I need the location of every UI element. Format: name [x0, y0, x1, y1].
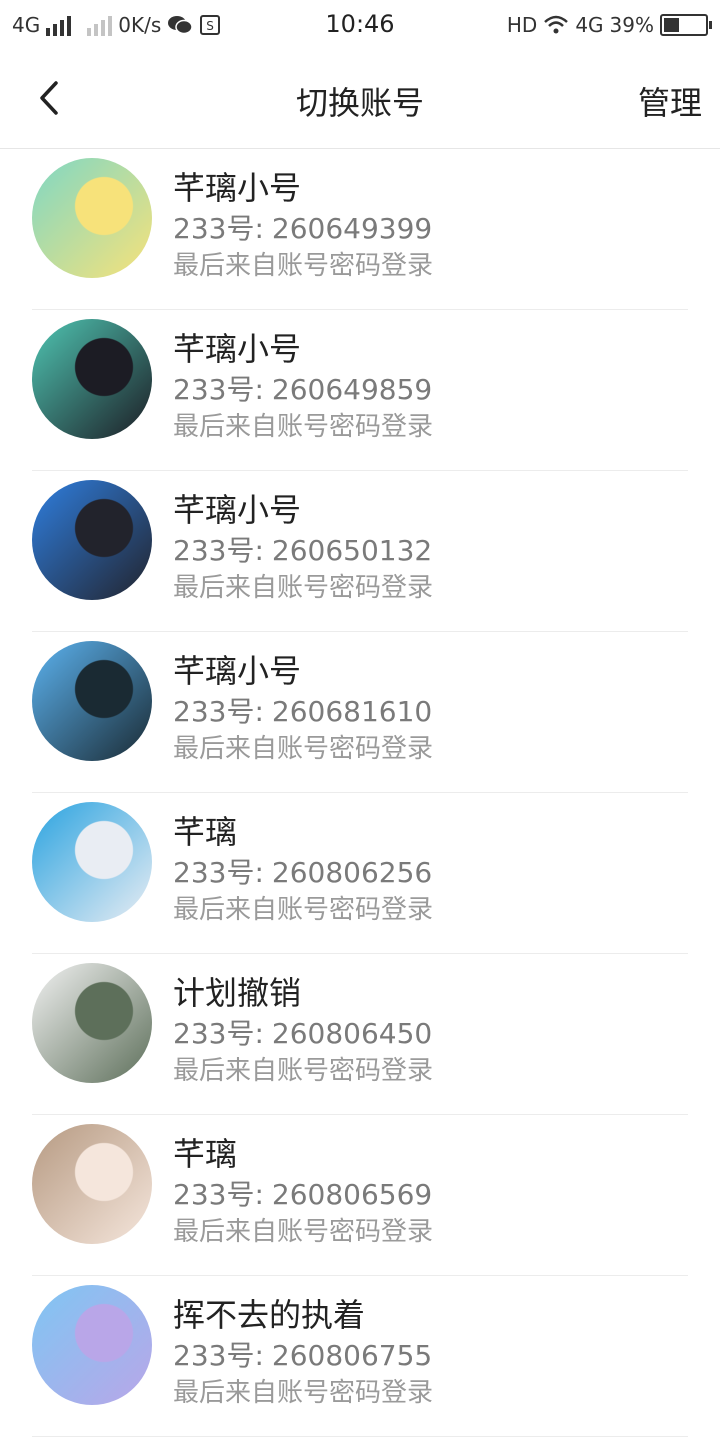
account-name: 芊璃小号	[173, 169, 302, 207]
account-id-row: 233号: 260649859	[173, 368, 432, 408]
avatar	[32, 1285, 152, 1405]
avatar	[32, 963, 152, 1083]
account-id: 260681610	[271, 695, 433, 728]
account-id-label: 233号:	[173, 856, 264, 889]
account-name: 芊璃	[173, 813, 238, 851]
account-id-row: 233号: 260806450	[173, 1012, 432, 1052]
avatar	[32, 1124, 152, 1244]
account-id: 260649399	[271, 212, 433, 245]
account-name: 芊璃	[173, 1135, 238, 1173]
status-bar: 4G 0K/s S 10:46 HD 4G 39%	[0, 0, 720, 50]
account-name: 芊璃小号	[173, 491, 302, 529]
account-item[interactable]: 芊璃小号 233号: 260649859 最后来自账号密码登录	[0, 310, 720, 471]
account-id-row: 233号: 260650132	[173, 529, 432, 569]
account-item[interactable]: 芊璃小号 233号: 260681610 最后来自账号密码登录	[0, 632, 720, 793]
account-id-label: 233号:	[173, 534, 264, 567]
avatar	[32, 641, 152, 761]
account-name: 芊璃小号	[173, 330, 302, 368]
avatar	[32, 319, 152, 439]
hd-indicator: HD	[506, 13, 538, 37]
login-info: 最后来自账号密码登录	[173, 1217, 434, 1247]
wifi-icon	[544, 15, 569, 34]
login-info: 最后来自账号密码登录	[173, 251, 434, 281]
account-id-row: 233号: 260806256	[173, 851, 432, 891]
avatar	[32, 802, 152, 922]
login-info: 最后来自账号密码登录	[173, 573, 434, 603]
account-name: 挥不去的执着	[173, 1296, 366, 1334]
account-id-row: 233号: 260681610	[173, 690, 432, 730]
battery-icon	[660, 14, 712, 36]
account-id-label: 233号:	[173, 1178, 264, 1211]
manage-button[interactable]: 管理	[638, 78, 702, 124]
account-item[interactable]: 芊璃小号 233号: 260650132 最后来自账号密码登录	[0, 471, 720, 632]
login-info: 最后来自账号密码登录	[173, 412, 434, 442]
account-id: 260650132	[271, 534, 433, 567]
account-id-label: 233号:	[173, 373, 264, 406]
header-bar: 切换账号 管理	[0, 50, 720, 149]
account-item[interactable]: 芊璃 233号: 260806256 最后来自账号密码登录	[0, 793, 720, 954]
account-id: 260806256	[271, 856, 433, 889]
account-list: 芊璃小号 233号: 260649399 最后来自账号密码登录 芊璃小号 233号…	[0, 149, 720, 1437]
network-type-right: 4G	[575, 13, 604, 37]
login-info: 最后来自账号密码登录	[173, 1056, 434, 1086]
account-id-label: 233号:	[173, 1017, 264, 1050]
account-id: 260806569	[271, 1178, 433, 1211]
login-info: 最后来自账号密码登录	[173, 734, 434, 764]
account-id: 260806450	[271, 1017, 433, 1050]
avatar	[32, 480, 152, 600]
account-item[interactable]: 芊璃小号 233号: 260649399 最后来自账号密码登录	[0, 149, 720, 310]
account-id-row: 233号: 260806569	[173, 1173, 432, 1213]
account-id-row: 233号: 260806755	[173, 1334, 432, 1374]
avatar	[32, 158, 152, 278]
battery-percent: 39%	[609, 13, 654, 37]
status-right: HD 4G 39%	[506, 10, 712, 40]
login-info: 最后来自账号密码登录	[173, 1378, 434, 1408]
account-item[interactable]: 挥不去的执着 233号: 260806755 最后来自账号密码登录	[0, 1276, 720, 1437]
account-id-row: 233号: 260649399	[173, 207, 432, 247]
login-info: 最后来自账号密码登录	[173, 895, 434, 925]
account-id-label: 233号:	[173, 212, 264, 245]
account-id-label: 233号:	[173, 695, 264, 728]
account-id: 260649859	[271, 373, 433, 406]
account-name: 芊璃小号	[173, 652, 302, 690]
page-title: 切换账号	[295, 84, 424, 122]
chevron-left-icon[interactable]	[30, 78, 70, 118]
account-item[interactable]: 计划撤销 233号: 260806450 最后来自账号密码登录	[0, 954, 720, 1115]
account-name: 计划撤销	[173, 974, 302, 1012]
account-item[interactable]: 芊璃 233号: 260806569 最后来自账号密码登录	[0, 1115, 720, 1276]
